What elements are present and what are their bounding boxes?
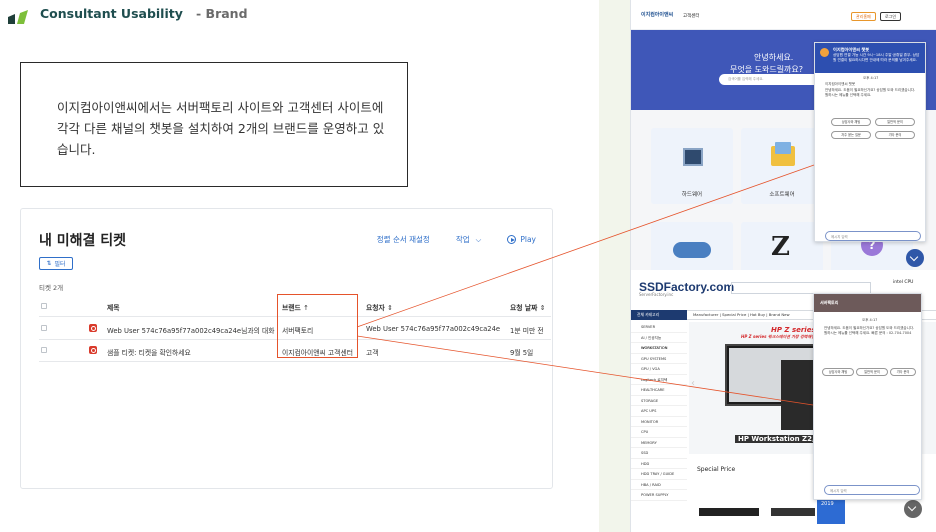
cc-chat-launcher[interactable] — [906, 249, 924, 267]
chip-general[interactable]: 일반적 문의 — [875, 118, 915, 126]
sf-category-item[interactable]: STORAGE — [631, 396, 687, 406]
header-subtitle: - Brand — [196, 6, 248, 21]
cc-manage-button[interactable]: 관리홈페 — [851, 12, 876, 21]
cc-center-label: 고객센터 — [683, 14, 700, 19]
sf-category-item[interactable]: CPU — [631, 427, 687, 438]
reset-sort-link[interactable]: 정렬 순서 재설정 — [377, 234, 430, 245]
header-title: Consultant Usability — [40, 6, 183, 21]
cc-tile-software[interactable]: 소프트웨어 — [741, 128, 823, 204]
sf-chat-input[interactable]: 메시지 입력 — [824, 485, 920, 495]
sf-category-item[interactable]: HBA / RAID — [631, 480, 687, 490]
server-image[interactable] — [699, 508, 759, 516]
sf-category-item[interactable]: MONITOR — [631, 417, 687, 427]
sf-nav-links[interactable]: Manufacturer | Special Price | Hot Buy |… — [693, 312, 790, 317]
ticket-status-icon — [89, 324, 97, 332]
ticket-count: 티켓 2개 — [39, 284, 64, 292]
ticket-subject-link[interactable]: 샘플 티켓: 티켓을 확인하세요 — [107, 347, 191, 357]
column-requester[interactable]: 요청자 ⇕ — [366, 302, 393, 312]
sort-icon: ⇕ — [539, 304, 546, 312]
ticket-status-icon — [89, 346, 97, 354]
ticket-date: 9월 5일 — [510, 349, 534, 357]
star-icon — [820, 48, 829, 57]
chip-agent[interactable]: 상담사와 채팅 — [831, 118, 871, 126]
chevron-down-icon: ⌵ — [475, 235, 482, 244]
sf-banner-sub: HP Z series 워크스테이션 가장 강력해진 성능 — [741, 334, 824, 339]
sf-category-item[interactable]: HDD — [631, 459, 687, 469]
ticket-date: 1분 미만 전 — [510, 327, 544, 335]
chip-other[interactable]: 기타 문의 — [875, 131, 915, 139]
cloud-icon — [673, 242, 711, 258]
ticket-requester[interactable]: 고객 — [366, 347, 379, 357]
ticket-subject-link[interactable]: Web User 574c76a95f77a002c49ca24e님과의 대화 — [107, 325, 275, 335]
sf-category-item[interactable]: GPU SYSTEMS — [631, 354, 687, 364]
select-all-checkbox[interactable] — [41, 303, 47, 309]
ticket-requester[interactable]: Web User 574c76a95f77a002c49ca24e — [366, 325, 500, 333]
chip-other[interactable]: 기타 문의 — [890, 368, 916, 376]
sf-all-categories[interactable]: 전체 카테고리 — [631, 310, 687, 320]
cc-chat-message: 안녕하세요. 도움이 필요하신가요? 상담원 도와 드리겠습니다. 원하시는 메… — [825, 88, 916, 97]
sf-category-item[interactable]: SSD — [631, 448, 687, 459]
sf-sub: ServerFactory.inc — [639, 292, 674, 297]
cc-chat-header: 이지컴아이앤씨 챗봇 상담원 연결 가능 시간 9시~18시 주말·공휴일 휴무… — [815, 43, 925, 73]
cc-tile-hardware[interactable]: 하드웨어 — [651, 128, 733, 204]
sf-special-price: Special Price — [697, 466, 736, 473]
sf-category-item[interactable]: SERVER — [631, 322, 687, 333]
cc-chat-widget: 이지컴아이앤씨 챗봇 상담원 연결 가능 시간 9시~18시 주말·공휴일 휴무… — [814, 42, 926, 242]
cc-logo: 이지컴아이앤씨 — [641, 12, 674, 18]
chip-agent[interactable]: 상담사와 채팅 — [822, 368, 854, 376]
cc-tile-zendesk[interactable]: Z — [741, 222, 823, 270]
zendesk-icon: Z — [771, 232, 790, 262]
cpu-icon — [683, 148, 703, 166]
cc-hero-greeting: 안녕하세요. — [754, 53, 794, 62]
panel-title: 내 미해결 티켓 — [39, 233, 127, 249]
sf-category-item[interactable]: HEALTHCARE — [631, 385, 687, 396]
cc-login-button[interactable]: 로그인 — [880, 12, 902, 21]
sf-category-item[interactable]: GPU / VGA — [631, 364, 687, 375]
sf-category-item[interactable]: Logitech 로지텍 — [631, 375, 687, 385]
column-requested[interactable]: 요청 날짜 ⇕ — [510, 302, 545, 312]
server-image[interactable] — [771, 508, 815, 516]
actions-dropdown[interactable]: 작업 ⌵ — [456, 234, 482, 245]
sf-category-item[interactable]: MEMORY — [631, 438, 687, 448]
ticket-panel: 내 미해결 티켓 정렬 순서 재설정 작업 ⌵ Play ⇅ 필터 티켓 2개 제목… — [20, 208, 553, 489]
monitor-icon — [775, 142, 791, 154]
sf-chat-header: 서버팩토리 — [814, 294, 921, 312]
brand-logo-icon — [8, 10, 28, 24]
chip-faq[interactable]: 자주 묻는 질문 — [831, 131, 871, 139]
sf-category-item[interactable]: WORKSTATION — [631, 343, 687, 354]
sf-category-item[interactable]: POWER SUPPLY — [631, 490, 687, 501]
sf-scroll-button[interactable] — [904, 500, 922, 518]
sf-cpu-banner[interactable]: intel CPU — [893, 280, 913, 285]
sf-category-item[interactable]: AI / 인공지능 WORKSTATION — [631, 333, 687, 350]
brand-column-highlight — [277, 294, 358, 358]
play-icon — [507, 235, 517, 244]
column-subject[interactable]: 제목 — [107, 302, 120, 312]
sf-chat-widget: 서버팩토리 오후 4:17 안녕하세요. 도움이 필요하신가요? 상담원 도와 … — [813, 293, 922, 500]
row-checkbox[interactable] — [41, 325, 47, 331]
play-button[interactable]: Play — [507, 235, 536, 244]
sf-category-item[interactable]: APC UPS — [631, 406, 687, 417]
divider — [39, 361, 551, 362]
chevron-left-icon[interactable]: ‹ — [691, 378, 695, 389]
chip-general[interactable]: 일반적 문의 — [856, 368, 888, 376]
row-checkbox[interactable] — [41, 347, 47, 353]
description-box: 이지컴아이앤씨에서는 서버팩토리 사이트와 고객센터 사이트에 각각 다른 채널… — [20, 62, 408, 187]
filter-icon: ⇅ — [46, 260, 52, 267]
panel-actions: 정렬 순서 재설정 작업 ⌵ Play — [351, 234, 536, 245]
filter-button[interactable]: ⇅ 필터 — [39, 257, 73, 270]
cc-chat-input[interactable]: 메시지 입력 — [825, 231, 921, 241]
sort-icon: ⇕ — [387, 304, 393, 312]
sf-category-list: SERVER AI / 인공지능 WORKSTATION WORKSTATION… — [631, 322, 687, 501]
sf-category-item[interactable]: HDD TRAY / GUIDE — [631, 469, 687, 480]
sf-chat-message: 안녕하세요. 도움이 필요하신가요? 상담원 도와 드리겠습니다. 원하시는 메… — [824, 326, 915, 335]
slide: Consultant Usability - Brand 이지컴아이앤씨에서는 … — [0, 0, 936, 532]
cc-tile-cloud[interactable] — [651, 222, 733, 270]
